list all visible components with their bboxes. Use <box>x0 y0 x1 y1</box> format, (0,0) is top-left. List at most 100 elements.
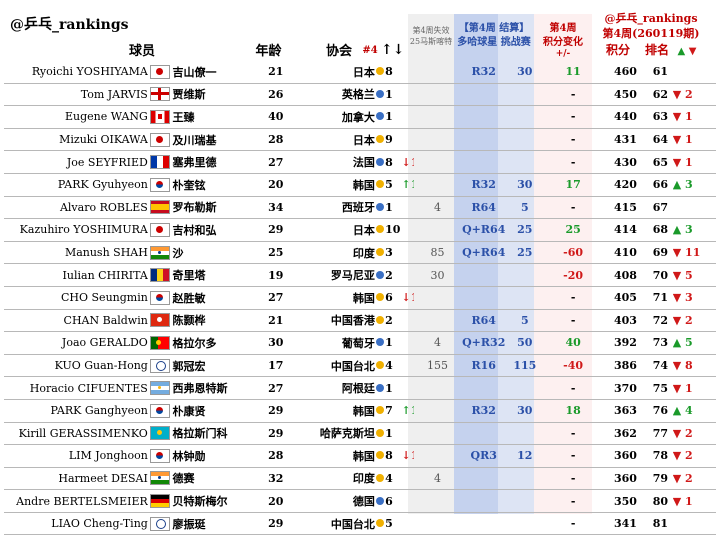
num4-value: 6 <box>385 286 402 310</box>
rank: 67 <box>648 196 673 220</box>
association-dot-icon <box>374 331 386 355</box>
header-rank: 排名 <box>644 43 669 57</box>
header-lost-line2: 25马斯喀特 <box>409 37 453 46</box>
num4-change <box>401 309 414 333</box>
points-change: -60 <box>543 241 603 265</box>
points-change: 25 <box>543 218 603 242</box>
table-row: Manush SHAH 沙 25 印度 3 85 Q+R64 25 -60 410 69 ▼ 11 <box>4 241 716 265</box>
points: 414 <box>602 218 649 242</box>
lost-points <box>413 128 462 152</box>
player-name-en: Ryoichi YOSHIYAMA <box>4 61 148 84</box>
flag-icon-ar <box>147 376 173 400</box>
rank-movement: ▼ 2 <box>672 309 716 333</box>
player-name-cn: 德赛 <box>172 467 253 491</box>
result-points: 30 <box>506 61 544 84</box>
result-points: 115 <box>506 354 544 378</box>
rank: 65 <box>648 150 673 174</box>
rank: 72 <box>648 309 673 333</box>
num4-change: ↓1 <box>401 150 414 174</box>
association-dot-icon <box>374 444 386 468</box>
header-player: 球员 <box>128 44 155 59</box>
result-round: R32 <box>461 399 507 423</box>
header-rank-arrows: ▲ ▼ <box>677 46 697 57</box>
result-points <box>506 489 544 513</box>
lost-points <box>413 173 462 197</box>
table-row: Harmeet DESAI 德赛 32 印度 4 4 -360 79 ▼ 2 <box>4 467 716 491</box>
points-change: - <box>543 422 603 446</box>
points-change: 17 <box>543 173 603 197</box>
num4-change <box>401 218 414 242</box>
num4-change: ↑1 <box>401 173 414 197</box>
player-name-cn: 吉村和弘 <box>172 218 253 242</box>
table-row: Mizuki OIKAWA 及川瑞基 28 日本 9 -431 64 ▼ 1 <box>4 128 716 152</box>
player-age: 20 <box>252 173 299 197</box>
rank-movement: ▲ 3 <box>672 173 716 197</box>
lost-points <box>413 399 462 423</box>
num4-change <box>401 196 414 220</box>
result-points: 25 <box>506 241 544 265</box>
num4-value: 7 <box>385 399 402 423</box>
lost-points: 155 <box>413 354 462 378</box>
rank: 79 <box>648 467 673 491</box>
num4-change: ↓1 <box>401 444 414 468</box>
table-row: Andre BERTELSMEIER 贝特斯梅尔 20 德国 6 -350 80 ▼ 1 <box>4 489 716 513</box>
player-association: 德国 <box>298 489 375 513</box>
num4-value: 10 <box>385 218 402 242</box>
flag-icon-ca <box>147 105 173 129</box>
player-name-cn: 塞弗里德 <box>172 150 253 174</box>
player-age: 32 <box>252 467 299 491</box>
num4-value: 8 <box>385 61 402 84</box>
points: 408 <box>602 263 649 287</box>
result-points <box>506 467 544 491</box>
num4-value: 4 <box>385 354 402 378</box>
points-change: - <box>543 150 603 174</box>
result-round: QR3 <box>461 444 507 468</box>
player-name-en: Joe SEYFRIED <box>4 150 148 174</box>
player-name-cn: 罗布勒斯 <box>172 196 253 220</box>
lost-points <box>413 150 462 174</box>
player-age: 27 <box>252 376 299 400</box>
num4-change <box>401 263 414 287</box>
header-result-line1: 【第4周 结算】 <box>458 23 530 34</box>
page-title: @乒乓_rankings <box>10 17 129 33</box>
player-name-en: Manush SHAH <box>4 241 148 265</box>
player-name-cn: 郭冠宏 <box>172 354 253 378</box>
player-age: 29 <box>252 218 299 242</box>
result-points: 30 <box>506 399 544 423</box>
association-dot-icon <box>374 489 386 513</box>
lost-points <box>413 489 462 513</box>
player-age: 34 <box>252 196 299 220</box>
points-change: - <box>543 105 603 129</box>
result-points <box>506 286 544 310</box>
num4-change <box>401 128 414 152</box>
flag-icon-in <box>147 467 173 491</box>
player-name-cn: 朴康贤 <box>172 399 253 423</box>
player-name-cn: 赵胜敏 <box>172 286 253 310</box>
rank-movement: ▼ 2 <box>672 467 716 491</box>
rank-movement: ▼ 2 <box>672 422 716 446</box>
rank-movement <box>672 196 716 220</box>
lost-points <box>413 309 462 333</box>
points-change: - <box>543 376 603 400</box>
player-name-en: Tom JARVIS <box>4 83 148 107</box>
rank: 74 <box>648 354 673 378</box>
header-lost-line1: 第4周失效 <box>412 26 450 35</box>
num4-value: 5 <box>385 173 402 197</box>
association-dot-icon <box>374 399 386 423</box>
table-row: Ryoichi YOSHIYAMA 吉山僚一 21 日本 8 R32 30 11 460 61 <box>4 61 716 84</box>
rank-movement: ▼ 8 <box>672 354 716 378</box>
lost-points <box>413 218 462 242</box>
result-round: Q+R32 <box>461 331 507 355</box>
player-name-cn: 林钟勋 <box>172 444 253 468</box>
lost-points <box>413 286 462 310</box>
header-week-line1: @乒乓_rankings <box>604 12 698 25</box>
table-row: Eugene WANG 王臻 40 加拿大 1 -440 63 ▼ 1 <box>4 105 716 129</box>
rank: 63 <box>648 105 673 129</box>
player-name-en: Horacio CIFUENTES <box>4 376 148 400</box>
points: 370 <box>602 376 649 400</box>
rankings-table: Ryoichi YOSHIYAMA 吉山僚一 21 日本 8 R32 30 11 460 61 To… <box>4 61 716 535</box>
association-dot-icon <box>374 173 386 197</box>
points: 415 <box>602 196 649 220</box>
player-name-en: KUO Guan-Hong <box>4 354 148 378</box>
table-row: Joe SEYFRIED 塞弗里德27法国 8↓1 -43065▼ 1 <box>4 150 716 174</box>
